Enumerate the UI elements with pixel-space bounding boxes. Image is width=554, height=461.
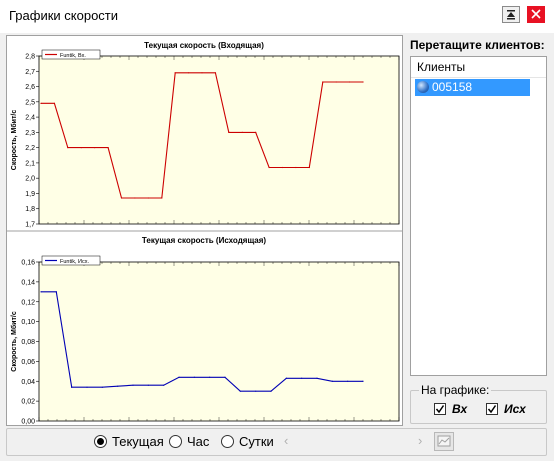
clients-list-header[interactable]: Клиенты bbox=[411, 57, 546, 78]
y-tick-label-out: 0,00 bbox=[21, 419, 35, 426]
y-tick-label-in: 1,7 bbox=[25, 222, 35, 229]
on-chart-label: На графике: bbox=[419, 383, 492, 397]
in-checkbox-label: Вх bbox=[452, 402, 468, 416]
y-tick-label-in: 2,4 bbox=[25, 115, 35, 122]
close-icon bbox=[531, 9, 541, 19]
check-icon bbox=[487, 405, 497, 414]
y-tick-label-out: 0,04 bbox=[21, 379, 35, 386]
client-globe-icon bbox=[417, 81, 429, 93]
client-id: 005158 bbox=[432, 80, 473, 94]
window-title: Графики скорости bbox=[9, 8, 119, 23]
y-tick-label-in: 1,8 bbox=[25, 206, 35, 213]
radio-hour[interactable] bbox=[169, 435, 182, 448]
y-tick-label-out: 0,12 bbox=[21, 299, 35, 306]
charts-panel: Текущая скорость (Входящая) 2,8 2,7 2,6 2,5 2… bbox=[6, 35, 403, 426]
pin-button[interactable] bbox=[502, 6, 520, 23]
radio-current[interactable] bbox=[94, 435, 107, 448]
y-tick-label-in: 2,1 bbox=[25, 160, 35, 167]
y-tick-label-in: 2,2 bbox=[25, 145, 35, 152]
check-icon bbox=[435, 405, 445, 414]
out-checkbox-label: Исх bbox=[504, 402, 526, 416]
y-tick-label-out: 0,14 bbox=[21, 279, 35, 286]
y-tick-label-out: 0,08 bbox=[21, 339, 35, 346]
title-bar: Графики скорости bbox=[0, 0, 554, 33]
y-axis-label-out: Скорость, Мбит/с bbox=[10, 311, 18, 372]
y-tick-label-in: 2,6 bbox=[25, 84, 35, 91]
close-button[interactable] bbox=[527, 6, 545, 23]
y-tick-label-out: 0,06 bbox=[21, 359, 35, 366]
clients-column-header: Клиенты bbox=[417, 60, 466, 74]
pin-icon bbox=[507, 10, 515, 20]
chart-title-in: Текущая скорость (Входящая) bbox=[144, 41, 264, 50]
legend-label-out: Funtik, Исх. bbox=[60, 259, 89, 265]
chevron-left-icon[interactable]: ‹ bbox=[284, 433, 288, 448]
plot-area-out bbox=[38, 261, 400, 422]
plot-area-in bbox=[38, 55, 400, 225]
clients-list[interactable]: Клиенты 005158 bbox=[410, 56, 547, 376]
chart-title-out: Текущая скорость (Исходящая) bbox=[142, 236, 266, 245]
y-tick-label-in: 2,0 bbox=[25, 176, 35, 183]
y-tick-label-in: 2,7 bbox=[25, 69, 35, 76]
radio-day[interactable] bbox=[221, 435, 234, 448]
y-tick-label-in: 1,9 bbox=[25, 191, 35, 198]
out-checkbox[interactable] bbox=[486, 403, 498, 415]
y-tick-label-in: 2,3 bbox=[25, 130, 35, 137]
chart-export-button[interactable] bbox=[434, 432, 454, 451]
y-axis-label-in: Скорость, Мбит/с bbox=[10, 110, 18, 171]
y-tick-label-in: 2,5 bbox=[25, 99, 35, 106]
drag-clients-label: Перетащите клиентов: bbox=[410, 38, 545, 52]
list-item[interactable]: 005158 bbox=[415, 79, 530, 96]
speed-charts: Текущая скорость (Входящая) 2,8 2,7 2,6 2,5 2… bbox=[7, 41, 402, 426]
legend-label-in: Funtik, Вх. bbox=[60, 53, 86, 59]
in-checkbox[interactable] bbox=[434, 403, 446, 415]
radio-current-label: Текущая bbox=[112, 434, 164, 449]
y-tick-label-out: 0,10 bbox=[21, 319, 35, 326]
radio-day-label: Сутки bbox=[239, 434, 274, 449]
y-tick-label-in: 2,8 bbox=[25, 54, 35, 61]
y-tick-label-out: 0,16 bbox=[21, 260, 35, 267]
radio-hour-label: Час bbox=[187, 434, 210, 449]
chevron-right-icon[interactable]: › bbox=[418, 433, 422, 448]
y-tick-label-out: 0,02 bbox=[21, 399, 35, 406]
chart-export-icon bbox=[437, 435, 451, 447]
radio-selected-dot bbox=[97, 438, 104, 445]
period-bar bbox=[6, 428, 547, 456]
